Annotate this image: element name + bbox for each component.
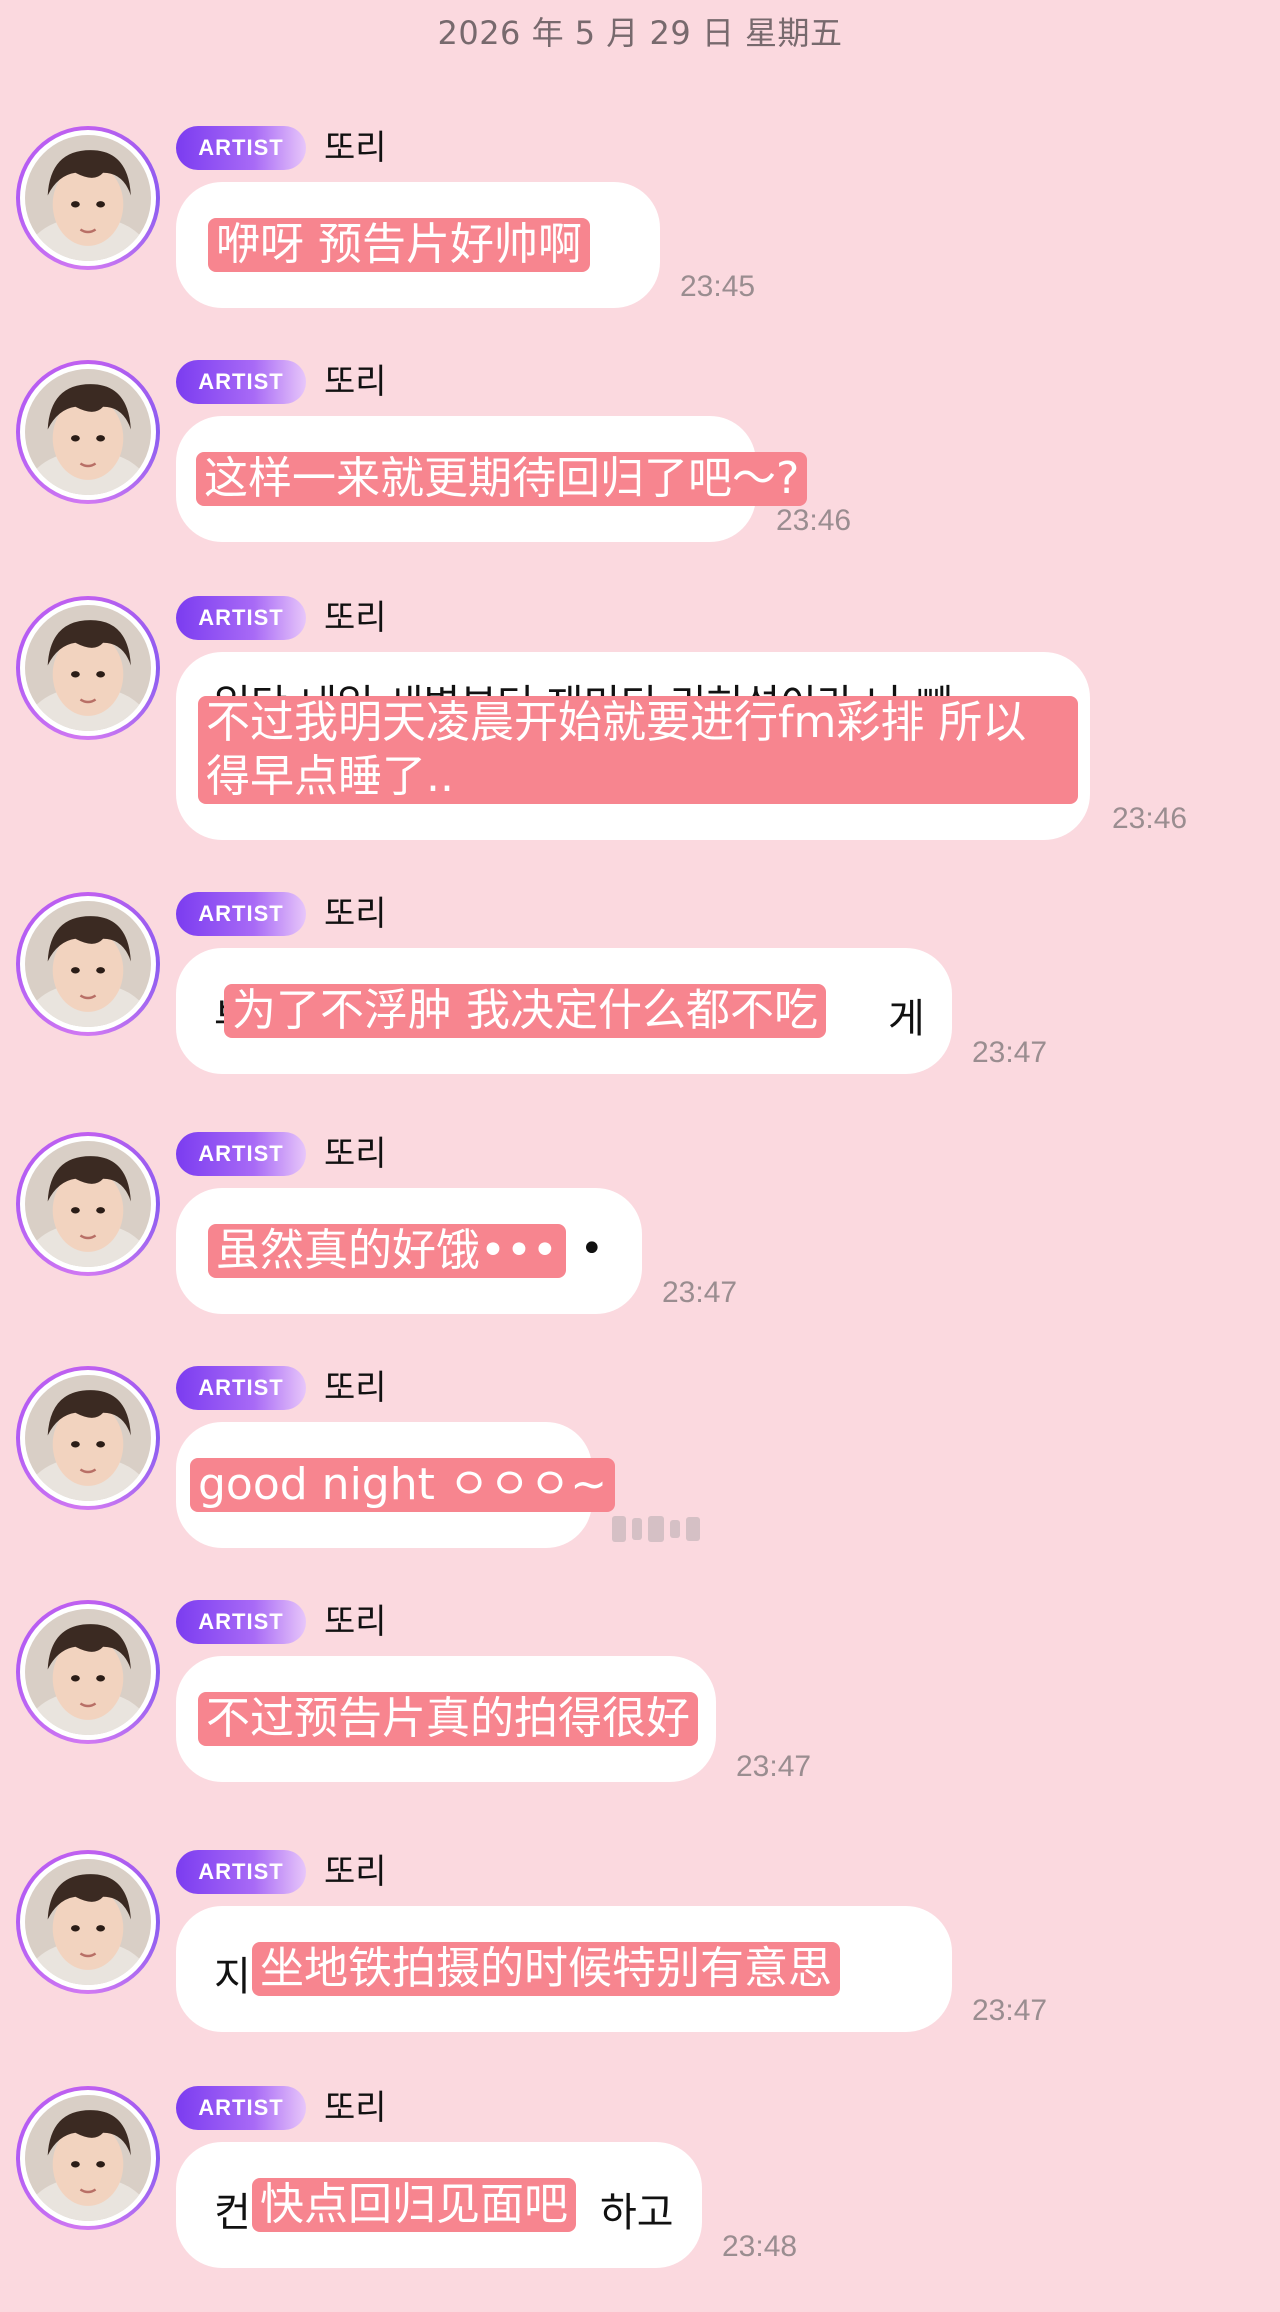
sender-name: 또리: [324, 362, 387, 402]
translation-highlight: 咿呀 预告片好帅啊: [208, 218, 590, 272]
message-time: 23:47: [972, 1036, 1048, 1069]
avatar[interactable]: [16, 596, 160, 740]
chat-message: ARTIST 또리 这样一来就更期待回归了吧～? 23:46: [0, 360, 1280, 550]
artist-badge: ARTIST: [176, 1600, 306, 1644]
avatar[interactable]: [16, 126, 160, 270]
translation-highlight: 快点回归见面吧: [252, 2178, 576, 2232]
message-bubble[interactable]: good night ㅇㅇㅇ~: [176, 1422, 616, 1548]
translation-highlight: 坐地铁拍摄的时候特别有意思: [252, 1942, 840, 1996]
artist-photo: [25, 605, 151, 731]
artist-badge: ARTIST: [176, 596, 306, 640]
message-bubble[interactable]: 不过预告片真的拍得很好: [176, 1656, 716, 1782]
translation-highlight: 这样一来就更期待回归了吧～?: [196, 452, 808, 506]
date-header: 2026 年 5 月 29 日 星期五: [437, 14, 843, 52]
sender-name: 또리: [324, 1134, 387, 1174]
translation-highlight: 虽然真的好饿•••: [208, 1224, 566, 1278]
artist-badge: ARTIST: [176, 1850, 306, 1894]
artist-photo: [25, 369, 151, 495]
translation-highlight: 为了不浮肿 我决定什么都不吃: [224, 984, 826, 1038]
message-time: 23:47: [736, 1750, 812, 1783]
message-time: 23:47: [972, 1994, 1048, 2027]
artist-photo: [25, 1859, 151, 1985]
avatar[interactable]: [16, 1600, 160, 1744]
artist-photo: [25, 1375, 151, 1501]
sender-name: 또리: [324, 598, 387, 638]
artist-photo: [25, 135, 151, 261]
chat-message: ARTIST 또리 虽然真的好饿••• • 23:47: [0, 1132, 1280, 1322]
avatar[interactable]: [16, 892, 160, 1036]
artist-photo: [25, 1141, 151, 1267]
chat-message: ARTIST 또리 일단 내일 새벽부터 재미티 리허설이라 나 빼 不过我明天…: [0, 596, 1280, 856]
translation-highlight: 不过预告片真的拍得很好: [198, 1692, 698, 1746]
sender-name: 또리: [324, 1602, 387, 1642]
message-time: 23:46: [1112, 802, 1188, 835]
artist-badge: ARTIST: [176, 360, 306, 404]
chat-message: ARTIST 또리 지 坐地铁拍摄的时候特别有意思 23:47: [0, 1850, 1280, 2040]
message-bubble[interactable]: 咿呀 预告片好帅啊: [176, 182, 660, 308]
sender-name: 또리: [324, 128, 387, 168]
original-text: 지: [214, 1954, 251, 2000]
original-text: 컨: [214, 2190, 251, 2236]
message-bubble[interactable]: 일단 내일 새벽부터 재미티 리허설이라 나 빼 不过我明天凌晨开始就要进行fm…: [176, 652, 1090, 840]
sender-name: 또리: [324, 1368, 387, 1408]
message-time: 23:48: [722, 2230, 798, 2263]
sender-name: 또리: [324, 894, 387, 934]
avatar[interactable]: [16, 1366, 160, 1510]
message-time: 23:46: [776, 504, 852, 537]
message-bubble[interactable]: 这样一来就更期待回归了吧～?: [176, 416, 808, 542]
translation-highlight: good night ㅇㅇㅇ~: [190, 1458, 616, 1512]
chat-message: ARTIST 또리 不过预告片真的拍得很好 23:47: [0, 1600, 1280, 1790]
artist-badge: ARTIST: [176, 126, 306, 170]
avatar[interactable]: [16, 2086, 160, 2230]
artist-badge: ARTIST: [176, 1366, 306, 1410]
chat-message: ARTIST 또리 컨 하고 快点回归见面吧 23:48: [0, 2086, 1280, 2276]
chat-message: ARTIST 또리 부 게 为了不浮肿 我决定什么都不吃 23:47: [0, 892, 1280, 1082]
avatar[interactable]: [16, 360, 160, 504]
blurred-time: [612, 1516, 700, 1542]
message-bubble[interactable]: 컨 하고 快点回归见面吧: [176, 2142, 702, 2268]
chat-message: ARTIST 또리 咿呀 预告片好帅啊 23:45: [0, 126, 1280, 316]
artist-badge: ARTIST: [176, 892, 306, 936]
artist-photo: [25, 1609, 151, 1735]
message-time: 23:47: [662, 1276, 738, 1309]
artist-photo: [25, 901, 151, 1027]
chat-message: ARTIST 또리 good night ㅇㅇㅇ~: [0, 1366, 1280, 1556]
original-text: 게: [888, 996, 925, 1042]
artist-badge: ARTIST: [176, 2086, 306, 2130]
message-bubble[interactable]: 부 게 为了不浮肿 我决定什么都不吃: [176, 948, 952, 1074]
original-text: •: [580, 1226, 604, 1272]
sender-name: 또리: [324, 2088, 387, 2128]
artist-photo: [25, 2095, 151, 2221]
avatar[interactable]: [16, 1132, 160, 1276]
artist-badge: ARTIST: [176, 1132, 306, 1176]
sender-name: 또리: [324, 1852, 387, 1892]
message-bubble[interactable]: 지 坐地铁拍摄的时候特别有意思: [176, 1906, 952, 2032]
avatar[interactable]: [16, 1850, 160, 1994]
message-time: 23:45: [680, 270, 756, 303]
message-bubble[interactable]: 虽然真的好饿••• •: [176, 1188, 642, 1314]
translation-highlight: 不过我明天凌晨开始就要进行fm彩排 所以得早点睡了..: [198, 696, 1078, 804]
original-text: 하고: [600, 2190, 674, 2236]
